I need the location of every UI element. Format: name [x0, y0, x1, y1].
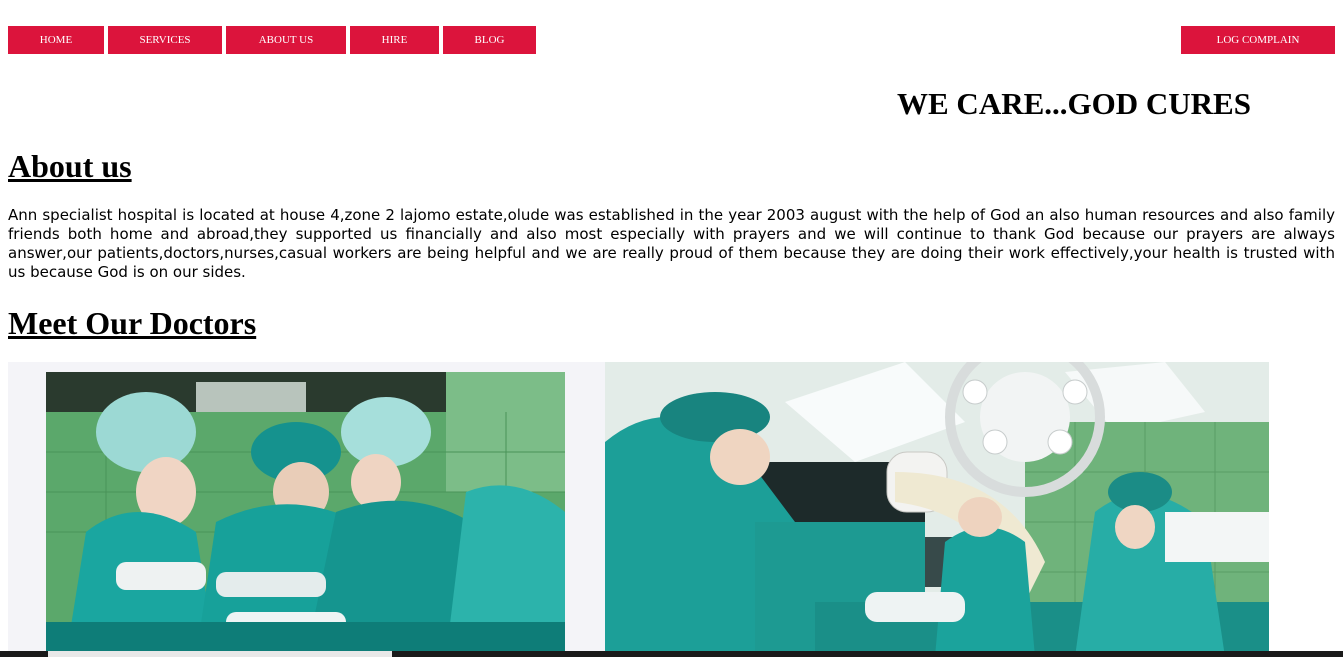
nav-home-button[interactable]: HOME — [8, 26, 104, 54]
surgery-photo-2 — [605, 362, 1269, 657]
tagline: WE CARE...GOD CURES — [897, 86, 1251, 121]
surgery-photo-1 — [46, 372, 565, 657]
log-complain-button[interactable]: LOG COMPLAIN — [1181, 26, 1335, 54]
main-nav: HOME SERVICES ABOUT US HIRE BLOG — [8, 26, 536, 54]
about-text: Ann specialist hospital is located at ho… — [8, 206, 1335, 281]
scrollbar-thumb[interactable] — [48, 651, 392, 657]
nav-about-button[interactable]: ABOUT US — [226, 26, 346, 54]
nav-blog-button[interactable]: BLOG — [443, 26, 536, 54]
doctors-gallery — [8, 362, 1343, 657]
nav-hire-button[interactable]: HIRE — [350, 26, 439, 54]
nav-services-button[interactable]: SERVICES — [108, 26, 222, 54]
about-heading: About us — [8, 148, 132, 184]
page: HOME SERVICES ABOUT US HIRE BLOG LOG COM… — [0, 0, 1343, 657]
doctors-heading: Meet Our Doctors — [8, 305, 257, 341]
